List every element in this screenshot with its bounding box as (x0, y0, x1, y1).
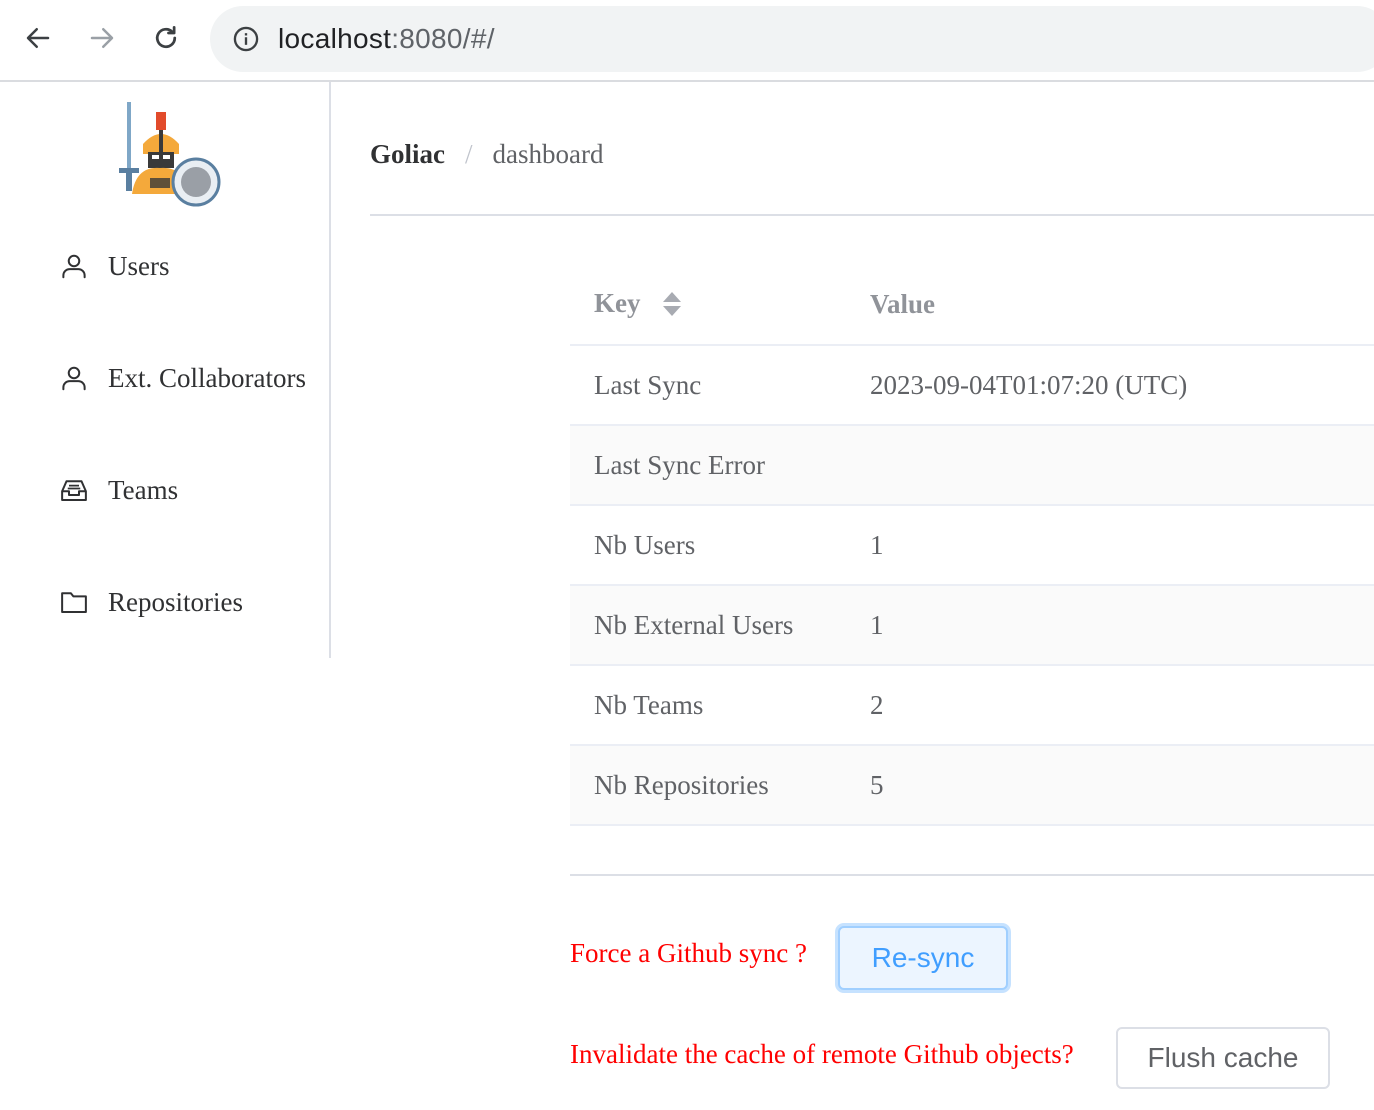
sidebar-item-repositories[interactable]: Repositories (0, 574, 327, 630)
sidebar-item-label: Ext. Collaborators (108, 362, 306, 393)
breadcrumb: Goliac / dashboard (370, 134, 603, 174)
table-header: Key Value (570, 264, 1374, 346)
folder-icon (58, 586, 90, 618)
sidebar-item-label: Teams (108, 474, 179, 505)
row-key: Nb Teams (594, 689, 704, 720)
table-row: Nb Repositories 5 (570, 746, 1374, 826)
row-key: Last Sync Error (594, 449, 765, 480)
goliac-logo[interactable] (110, 98, 222, 210)
resync-prompt: Force a Github sync ? (570, 938, 807, 968)
user-icon (58, 362, 90, 394)
breadcrumb-separator: / (465, 138, 473, 169)
inbox-icon (58, 474, 90, 506)
breadcrumb-root[interactable]: Goliac (370, 139, 445, 170)
row-value: 5 (870, 769, 884, 800)
forward-button[interactable] (82, 18, 122, 58)
browser-toolbar: localhost:8080/#/ (0, 0, 1374, 82)
sidebar-item-teams[interactable]: Teams (0, 462, 327, 518)
sidebar-item-label: Users (108, 250, 170, 281)
section-divider (570, 874, 1374, 876)
reload-icon (155, 26, 177, 49)
row-value: 2 (870, 689, 884, 720)
address-bar[interactable]: localhost:8080/#/ (210, 6, 1374, 72)
stats-table: Key Value Last Sync 2023-09-04T01:07:20 … (570, 264, 1374, 826)
sidebar: Users Ext. Collaborators Teams Repositor… (0, 82, 331, 658)
row-key: Nb External Users (594, 609, 794, 640)
reload-button[interactable] (146, 18, 186, 58)
table-row: Last Sync 2023-09-04T01:07:20 (UTC) (570, 346, 1374, 426)
column-header-key-label: Key (594, 288, 641, 319)
info-icon[interactable] (232, 25, 260, 53)
column-header-value: Value (870, 288, 936, 319)
table-row: Nb Users 1 (570, 506, 1374, 586)
flush-cache-button[interactable]: Flush cache (1116, 1027, 1330, 1089)
row-key: Nb Users (594, 529, 696, 560)
back-arrow-icon (26, 28, 50, 48)
sidebar-item-label: Repositories (108, 586, 243, 617)
row-key: Nb Repositories (594, 769, 769, 800)
row-value: 1 (870, 529, 884, 560)
url-host: localhost (278, 23, 392, 54)
flush-prompt: Invalidate the cache of remote Github ob… (570, 1039, 1074, 1069)
url-path: :8080/#/ (391, 23, 495, 54)
header-divider (370, 214, 1374, 216)
table-row: Nb Teams 2 (570, 666, 1374, 746)
breadcrumb-current: dashboard (492, 138, 604, 169)
table-row: Nb External Users 1 (570, 586, 1374, 666)
row-key: Last Sync (594, 369, 702, 400)
row-value: 1 (870, 609, 884, 640)
sort-caret-icon[interactable] (661, 290, 683, 318)
row-value: 2023-09-04T01:07:20 (UTC) (870, 369, 1188, 400)
column-header-key[interactable]: Key (570, 288, 870, 320)
resync-button[interactable]: Re-sync (838, 926, 1008, 990)
back-button[interactable] (18, 18, 58, 58)
forward-arrow-icon (90, 28, 114, 48)
sidebar-item-ext-collaborators[interactable]: Ext. Collaborators (0, 350, 327, 406)
sidebar-item-users[interactable]: Users (0, 238, 327, 294)
user-icon (58, 250, 90, 282)
table-row: Last Sync Error (570, 426, 1374, 506)
url-text: localhost:8080/#/ (278, 23, 495, 55)
